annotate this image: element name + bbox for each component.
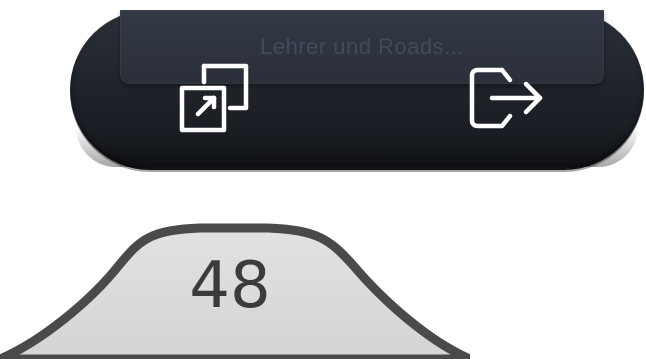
- page-number-tab[interactable]: 48: [0, 222, 470, 359]
- logout-arrow-icon: [469, 67, 543, 129]
- switch-window-icon: [179, 63, 249, 133]
- dark-toolbar: Lehrer und Roads...: [70, 10, 644, 170]
- switch-window-button[interactable]: [166, 50, 262, 146]
- page-number: 48: [189, 249, 271, 323]
- logout-button[interactable]: [458, 50, 554, 146]
- screen: Lehrer und Roads... 48: [0, 0, 646, 359]
